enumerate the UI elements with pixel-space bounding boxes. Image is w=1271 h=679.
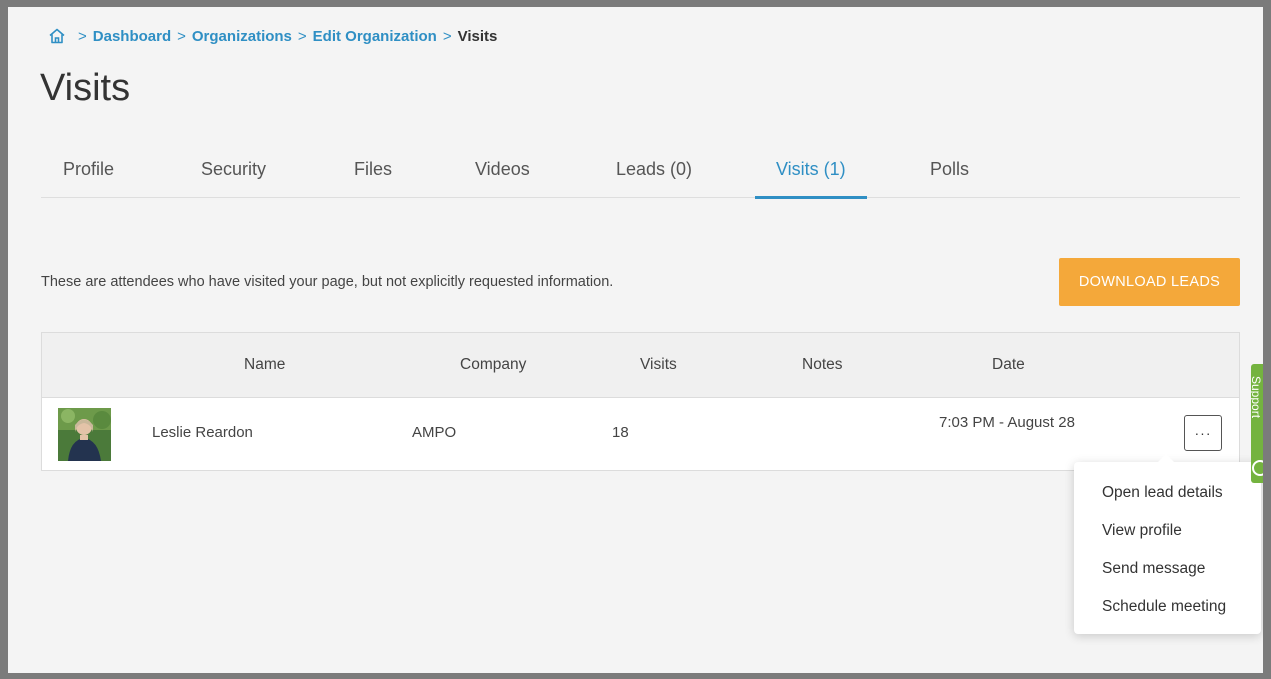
menu-item-schedule-meeting[interactable]: Schedule meeting — [1102, 598, 1226, 616]
cell-name[interactable]: Leslie Reardon — [152, 424, 253, 441]
visits-table: Name Company Visits Notes Date Leslie Re — [41, 332, 1240, 471]
breadcrumb-separator: > — [297, 27, 307, 45]
cell-date: 7:03 PM - August 28 — [939, 414, 1075, 431]
row-actions-button[interactable]: ··· — [1184, 415, 1222, 451]
tab-security[interactable]: Security — [201, 159, 266, 180]
tab-videos[interactable]: Videos — [475, 159, 530, 180]
table-row[interactable]: Leslie Reardon AMPO 18 7:03 PM - August … — [42, 398, 1239, 470]
tab-leads[interactable]: Leads (0) — [616, 159, 692, 180]
home-icon[interactable] — [48, 27, 66, 45]
page-title: Visits — [40, 67, 131, 109]
tab-bar: Profile Security Files Videos Leads (0) … — [41, 147, 1240, 199]
menu-item-view-profile[interactable]: View profile — [1102, 522, 1182, 540]
support-tab[interactable]: Support — [1251, 364, 1263, 483]
column-header-notes[interactable]: Notes — [802, 356, 843, 374]
breadcrumb: > Dashboard > Organizations > Edit Organ… — [48, 27, 497, 45]
app-frame: > Dashboard > Organizations > Edit Organ… — [8, 7, 1263, 673]
column-header-date[interactable]: Date — [992, 356, 1025, 374]
download-leads-button[interactable]: DOWNLOAD LEADS — [1059, 258, 1240, 306]
column-header-visits[interactable]: Visits — [640, 356, 677, 374]
breadcrumb-edit-organization[interactable]: Edit Organization — [313, 28, 437, 45]
cell-company: AMPO — [412, 424, 457, 441]
tab-files[interactable]: Files — [354, 159, 392, 180]
active-tab-indicator — [755, 196, 867, 199]
tab-visits[interactable]: Visits (1) — [776, 159, 846, 180]
tab-profile[interactable]: Profile — [63, 159, 114, 180]
menu-item-send-message[interactable]: Send message — [1102, 560, 1205, 578]
cell-visits: 18 — [612, 424, 629, 441]
breadcrumb-separator: > — [78, 27, 87, 45]
breadcrumb-dashboard[interactable]: Dashboard — [93, 28, 171, 45]
row-actions-menu: Open lead details View profile Send mess… — [1074, 454, 1261, 634]
menu-item-open-lead-details[interactable]: Open lead details — [1102, 484, 1223, 502]
breadcrumb-organizations[interactable]: Organizations — [192, 28, 292, 45]
tab-polls[interactable]: Polls — [930, 159, 969, 180]
breadcrumb-separator: > — [177, 27, 186, 45]
help-circle-icon — [1252, 460, 1263, 476]
breadcrumb-current: Visits — [457, 27, 498, 45]
breadcrumb-separator: > — [442, 27, 452, 45]
column-header-company[interactable]: Company — [460, 356, 526, 374]
support-label: Support — [1251, 376, 1263, 419]
table-header: Name Company Visits Notes Date — [42, 333, 1239, 398]
avatar — [58, 408, 111, 461]
visits-description: These are attendees who have visited you… — [41, 274, 614, 290]
column-header-name[interactable]: Name — [244, 356, 285, 374]
